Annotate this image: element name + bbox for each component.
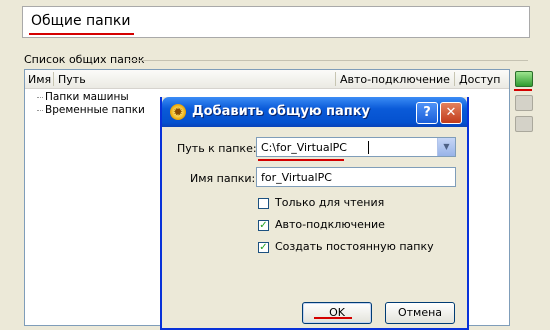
permanent-label[interactable]: Создать постоянную папку — [275, 240, 434, 253]
group-divider — [128, 60, 528, 61]
folder-name-value: for_VirtualPC — [261, 171, 332, 184]
list-item[interactable]: Временные папки — [45, 104, 145, 116]
column-header-name[interactable]: Имя — [28, 73, 51, 86]
folder-name-field[interactable]: for_VirtualPC — [256, 167, 456, 187]
column-separator[interactable] — [53, 72, 54, 86]
text-caret — [368, 141, 369, 154]
close-button[interactable]: ✕ — [440, 102, 462, 124]
readonly-checkbox[interactable] — [258, 198, 269, 209]
gear-icon: ✹ — [170, 104, 186, 120]
cancel-button[interactable]: Отмена — [385, 302, 455, 324]
annotation-underline-title — [29, 33, 134, 35]
add-folder-icon[interactable] — [515, 71, 533, 87]
column-separator[interactable] — [454, 72, 455, 86]
path-label: Путь к папке: — [177, 142, 257, 155]
column-header-path[interactable]: Путь — [58, 73, 86, 86]
group-label: Список общих папок — [24, 53, 145, 66]
remove-folder-icon[interactable] — [515, 116, 533, 132]
dialog-titlebar[interactable]: ✹ Добавить общую папку ? ✕ — [162, 97, 467, 127]
folder-path-value: C:\for_VirtualPC — [261, 141, 347, 154]
list-header: Имя Путь Авто-подключение Доступ — [25, 70, 509, 89]
page-title: Общие папки — [31, 13, 131, 29]
folder-path-combobox[interactable]: C:\for_VirtualPC ▼ — [256, 137, 456, 157]
column-separator[interactable] — [335, 72, 336, 86]
annotation-underline-ok — [314, 317, 352, 319]
readonly-label[interactable]: Только для чтения — [275, 196, 384, 209]
dialog-title: Добавить общую папку — [192, 104, 371, 119]
list-item[interactable]: Папки машины — [45, 91, 129, 103]
annotation-underline-add — [514, 89, 532, 91]
help-button[interactable]: ? — [416, 102, 438, 124]
column-header-auto-mount[interactable]: Авто-подключение — [340, 73, 450, 86]
tree-connector — [37, 110, 43, 111]
ok-button[interactable]: OK — [302, 302, 372, 324]
auto-mount-checkbox[interactable]: ✓ — [258, 220, 269, 231]
tree-connector — [37, 97, 43, 98]
add-shared-folder-dialog: ✹ Добавить общую папку ? ✕ Путь к папке:… — [160, 97, 469, 330]
edit-folder-icon[interactable] — [515, 95, 533, 111]
auto-mount-label[interactable]: Авто-подключение — [275, 218, 385, 231]
name-label: Имя папки: — [190, 172, 256, 185]
annotation-underline-path — [258, 159, 344, 161]
chevron-down-icon[interactable]: ▼ — [437, 138, 455, 156]
permanent-checkbox[interactable]: ✓ — [258, 242, 269, 253]
column-header-access[interactable]: Доступ — [459, 73, 500, 86]
